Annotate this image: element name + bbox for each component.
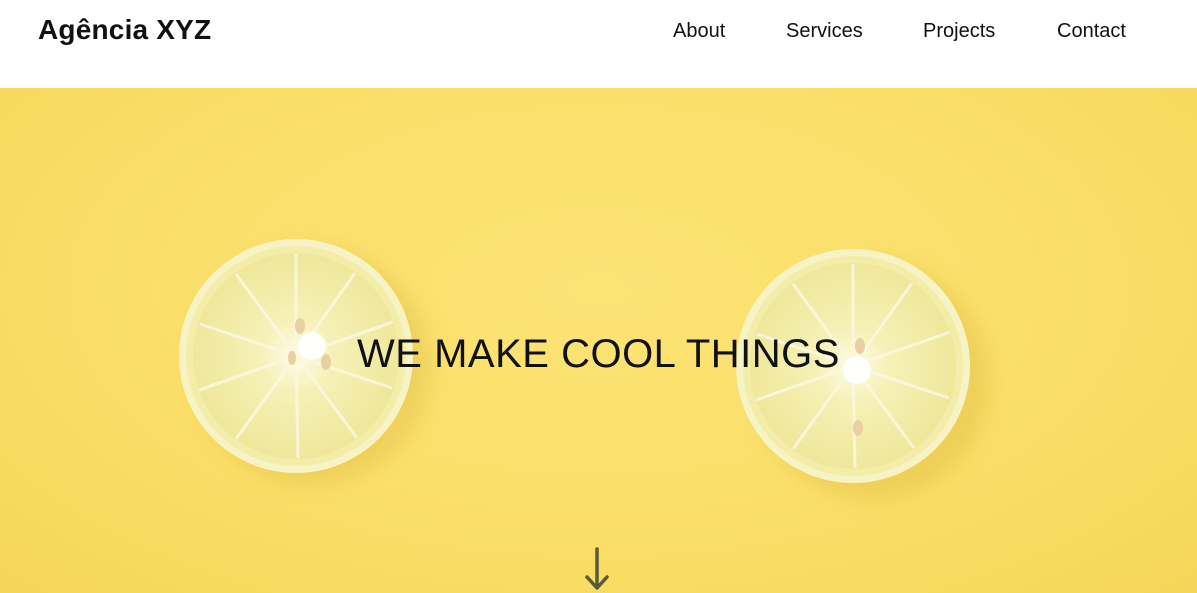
nav-link-about[interactable]: About [673, 20, 725, 43]
nav-link-contact[interactable]: Contact [1057, 20, 1126, 43]
nav-link-projects[interactable]: Projects [923, 20, 995, 43]
brand-logo[interactable]: Agência XYZ [38, 14, 211, 46]
site-header: Agência XYZ About Services Projects Cont… [0, 0, 1197, 88]
hero-section: WE MAKE COOL THINGS [0, 88, 1197, 593]
nav-link-services[interactable]: Services [786, 20, 863, 43]
arrow-down-icon[interactable] [579, 545, 615, 593]
hero-title: WE MAKE COOL THINGS [357, 332, 840, 376]
